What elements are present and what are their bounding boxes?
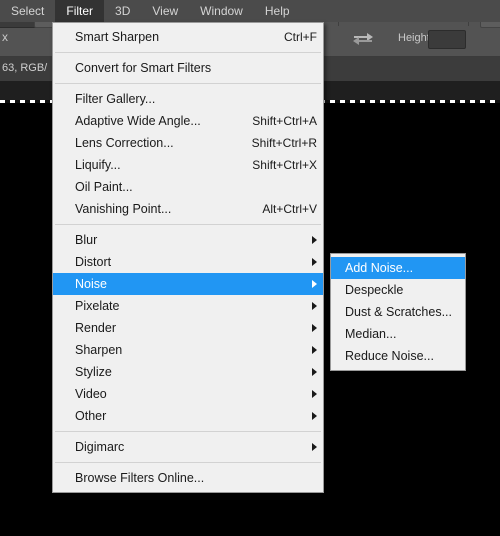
menu-item-label: Liquify... [75,158,121,172]
submenu-arrow-icon [312,443,317,451]
menubar-item-label: View [152,4,179,18]
menu-item-label: Noise [75,277,107,291]
menu-item-label: Filter Gallery... [75,92,156,106]
menubar-item-help[interactable]: Help [254,0,301,22]
menubar-item-label: 3D [115,4,131,18]
menu-item-oil-paint[interactable]: Oil Paint... [53,176,323,198]
submenu-item-add-noise[interactable]: Add Noise... [331,257,465,279]
status-bar-text: 63, RGB/ [2,62,48,74]
submenu-arrow-icon [312,280,317,288]
menu-item-digimarc[interactable]: Digimarc [53,436,323,458]
menu-item-convert-for-smart-filters[interactable]: Convert for Smart Filters [53,57,323,79]
menu-item-label: Adaptive Wide Angle... [75,114,201,128]
menu-item-shortcut: Shift+Ctrl+R [251,136,317,150]
submenu-item-median[interactable]: Median... [331,323,465,345]
menu-item-pixelate[interactable]: Pixelate [53,295,323,317]
menubar-item-filter[interactable]: Filter [55,0,105,22]
menubar-item-select[interactable]: Select [0,0,55,22]
submenu-arrow-icon [312,236,317,244]
menu-separator [55,431,321,432]
submenu-arrow-icon [312,412,317,420]
menu-item-label: Median... [345,327,397,341]
submenu-arrow-icon [312,346,317,354]
clear-glyph[interactable]: x [2,30,8,44]
menu-item-label: Despeckle [345,283,404,297]
menu-item-label: Reduce Noise... [345,349,434,363]
menu-item-shortcut: Alt+Ctrl+V [262,202,317,216]
menu-item-label: Vanishing Point... [75,202,172,216]
menu-item-liquify[interactable]: Liquify... Shift+Ctrl+X [53,154,323,176]
menu-item-label: Digimarc [75,440,125,454]
menubar-item-view[interactable]: View [141,0,189,22]
menu-item-label: Smart Sharpen [75,30,160,44]
menu-item-vanishing-point[interactable]: Vanishing Point... Alt+Ctrl+V [53,198,323,220]
menu-item-lens-correction[interactable]: Lens Correction... Shift+Ctrl+R [53,132,323,154]
menubar-item-label: Select [11,4,45,18]
menu-bar: Select Filter 3D View Window Help [0,0,500,22]
menu-item-label: Convert for Smart Filters [75,61,212,75]
height-input[interactable] [428,30,466,49]
menu-item-label: Lens Correction... [75,136,174,150]
submenu-arrow-icon [312,258,317,266]
menubar-item-label: Window [200,4,243,18]
menu-separator [55,52,321,53]
menu-item-adaptive-wide-angle[interactable]: Adaptive Wide Angle... Shift+Ctrl+A [53,110,323,132]
menu-item-label: Sharpen [75,343,123,357]
menu-separator [55,83,321,84]
menu-item-sharpen[interactable]: Sharpen [53,339,323,361]
menubar-item-label: Filter [66,4,94,18]
swap-arrows-icon[interactable] [352,31,374,47]
menu-item-other[interactable]: Other [53,405,323,427]
menubar-item-3d[interactable]: 3D [104,0,141,22]
menu-separator [55,224,321,225]
menu-item-label: Blur [75,233,98,247]
menu-item-label: Other [75,409,107,423]
submenu-arrow-icon [312,324,317,332]
menu-item-smart-sharpen[interactable]: Smart Sharpen Ctrl+F [53,26,323,48]
menu-item-shortcut: Shift+Ctrl+X [252,158,317,172]
photoshop-window: 63, RGB/ x Height: Select Filter 3D View Win… [0,0,500,536]
menu-item-filter-gallery[interactable]: Filter Gallery... [53,88,323,110]
submenu-item-dust-scratches[interactable]: Dust & Scratches... [331,301,465,323]
menu-item-label: Distort [75,255,112,269]
menu-item-noise[interactable]: Noise [53,273,323,295]
menu-item-render[interactable]: Render [53,317,323,339]
menu-item-label: Video [75,387,107,401]
menu-item-label: Stylize [75,365,112,379]
menu-separator [55,462,321,463]
submenu-arrow-icon [312,368,317,376]
menu-item-shortcut: Shift+Ctrl+A [252,114,317,128]
menu-item-label: Render [75,321,116,335]
menu-item-label: Dust & Scratches... [345,305,452,319]
noise-submenu[interactable]: Add Noise... Despeckle Dust & Scratches...… [330,253,466,371]
submenu-item-despeckle[interactable]: Despeckle [331,279,465,301]
menubar-item-label: Help [264,4,290,18]
menu-item-stylize[interactable]: Stylize [53,361,323,383]
menu-item-label: Oil Paint... [75,180,133,194]
menu-item-shortcut: Ctrl+F [284,30,317,44]
menu-item-label: Add Noise... [345,261,414,275]
menu-item-distort[interactable]: Distort [53,251,323,273]
menu-item-blur[interactable]: Blur [53,229,323,251]
menu-item-label: Pixelate [75,299,120,313]
submenu-arrow-icon [312,302,317,310]
submenu-arrow-icon [312,390,317,398]
menu-item-browse-filters-online[interactable]: Browse Filters Online... [53,467,323,489]
menu-item-label: Browse Filters Online... [75,471,205,485]
menubar-item-window[interactable]: Window [189,0,254,22]
submenu-item-reduce-noise[interactable]: Reduce Noise... [331,345,465,367]
filter-dropdown-menu[interactable]: Smart Sharpen Ctrl+F Convert for Smart Fil… [52,22,324,493]
menu-item-video[interactable]: Video [53,383,323,405]
